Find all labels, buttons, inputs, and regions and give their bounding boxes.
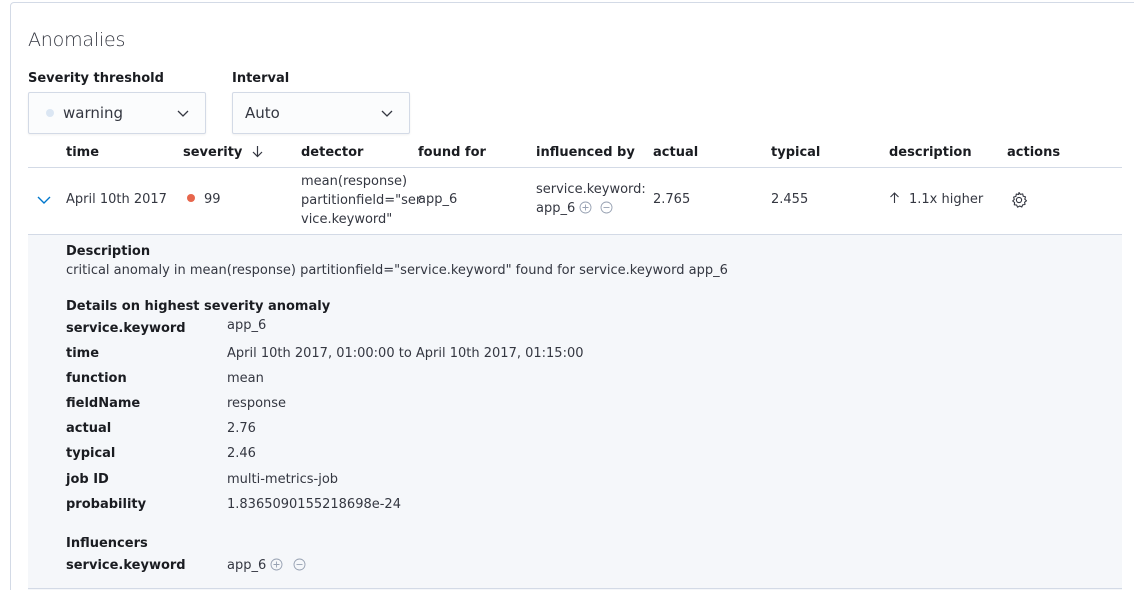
row-found-for: app_6	[418, 192, 458, 207]
arrow-up-icon	[890, 192, 899, 203]
row-influencer-value: app_6	[536, 201, 576, 216]
minus-in-circle-icon[interactable]	[600, 201, 613, 214]
column-header-severity-label: severity	[183, 145, 243, 160]
column-header-actual[interactable]: actual	[653, 145, 698, 160]
detail-value: response	[227, 396, 287, 411]
detail-value: 2.46	[227, 446, 256, 461]
interval-value: Auto	[245, 104, 280, 122]
row-time: April 10th 2017	[66, 192, 167, 207]
row-severity-score: 99	[204, 192, 221, 207]
chevron-down-icon	[177, 110, 189, 117]
highest-severity-heading: Details on highest severity anomaly	[66, 299, 331, 314]
column-header-actions: actions	[1007, 145, 1061, 160]
arrow-down-icon	[252, 146, 263, 158]
gear-icon[interactable]	[1010, 191, 1028, 209]
plus-in-circle-icon[interactable]	[270, 558, 283, 571]
detail-value: app_6	[227, 318, 267, 333]
detail-label: service.keyword	[66, 321, 186, 336]
influencer-label: service.keyword	[66, 558, 186, 573]
panel-title: Anomalies	[28, 29, 126, 51]
detail-value: mean	[227, 371, 264, 386]
detail-value: April 10th 2017, 01:00:00 to April 10th …	[227, 346, 584, 361]
row-description-text: 1.1x higher	[909, 192, 984, 207]
column-header-found-for[interactable]: found for	[418, 145, 486, 160]
interval-select[interactable]: Auto	[232, 92, 410, 134]
severity-threshold-select[interactable]: warning	[28, 92, 206, 134]
severity-critical-dot	[187, 194, 195, 202]
detail-label: fieldName	[66, 396, 141, 411]
bottom-divider	[28, 588, 1122, 589]
column-header-severity[interactable]: severity	[183, 145, 264, 160]
description-text: critical anomaly in mean(response) parti…	[66, 263, 728, 278]
detail-value: 1.8365090155218698e-24	[227, 497, 401, 512]
row-influencer-field: service.keyword:	[536, 182, 646, 197]
influencer-entry: app_6	[227, 558, 306, 573]
detail-value: 2.76	[227, 421, 256, 436]
row-detector-line: mean(response)	[301, 174, 408, 189]
detail-label: actual	[66, 421, 112, 436]
chevron-down-icon	[381, 110, 393, 117]
column-header-detector[interactable]: detector	[301, 145, 363, 160]
row-actual: 2.765	[653, 192, 691, 207]
detail-value: multi-metrics-job	[227, 472, 339, 487]
interval-label: Interval	[232, 71, 290, 86]
row-severity: 99	[187, 190, 221, 209]
row-detector-line: vice.keyword"	[301, 212, 393, 227]
row-typical: 2.455	[771, 192, 809, 207]
severity-color-dot	[46, 109, 54, 117]
column-header-influenced-by[interactable]: influenced by	[536, 145, 635, 160]
header-divider	[28, 167, 1122, 168]
plus-in-circle-icon[interactable]	[579, 201, 592, 214]
detail-label: time	[66, 346, 100, 361]
expanded-row-details	[28, 234, 1122, 590]
severity-threshold-value: warning	[63, 104, 124, 122]
detail-label: job ID	[66, 472, 109, 487]
influencers-heading: Influencers	[66, 536, 148, 551]
row-detector: mean(response) partitionfield="ser vice.…	[301, 172, 421, 229]
column-header-time[interactable]: time	[66, 145, 99, 160]
detail-label: typical	[66, 446, 116, 461]
column-header-typical[interactable]: typical	[771, 145, 820, 160]
description-heading: Description	[66, 244, 151, 259]
severity-threshold-label: Severity threshold	[28, 71, 164, 86]
minus-in-circle-icon[interactable]	[293, 558, 306, 571]
row-detector-line: partitionfield="ser	[301, 193, 422, 208]
column-header-description[interactable]: description	[889, 145, 972, 160]
row-influenced-by: service.keyword: app_6	[536, 180, 646, 218]
influencer-value: app_6	[227, 558, 267, 573]
detail-label: function	[66, 371, 127, 386]
detail-label: probability	[66, 497, 147, 512]
chevron-down-icon[interactable]	[36, 193, 52, 207]
row-description: 1.1x higher	[889, 190, 983, 209]
